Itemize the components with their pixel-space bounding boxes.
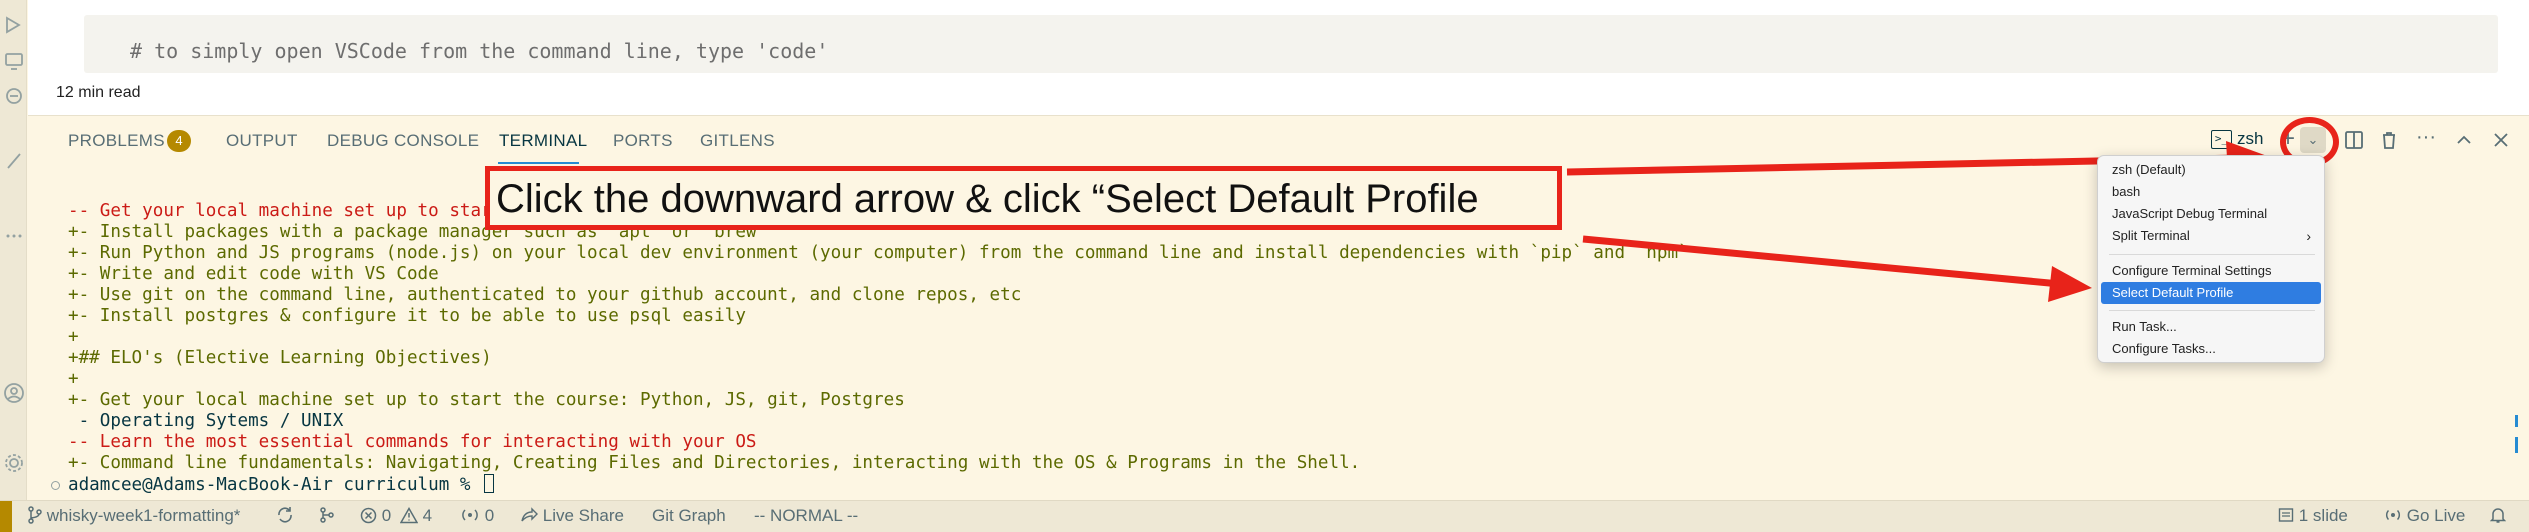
git-graph-branch-icon[interactable] bbox=[318, 506, 336, 526]
warning-icon bbox=[399, 506, 419, 524]
menu-separator bbox=[2109, 254, 2315, 255]
extensions-icon[interactable] bbox=[3, 85, 25, 107]
vim-mode-indicator: -- NORMAL -- bbox=[754, 506, 859, 525]
go-live-button[interactable]: Go Live bbox=[2384, 506, 2465, 526]
menu-item-js-debug-terminal[interactable]: JavaScript Debug Terminal bbox=[2101, 203, 2321, 225]
menu-item-zsh-default[interactable]: zsh (Default) bbox=[2101, 159, 2321, 181]
editor-area: # to simply open VSCode from the command… bbox=[28, 0, 2529, 115]
more-activities-icon[interactable] bbox=[3, 225, 25, 247]
git-graph-button[interactable]: Git Graph bbox=[652, 506, 726, 526]
notifications-bell-icon[interactable] bbox=[2489, 506, 2507, 526]
activity-bar bbox=[0, 0, 27, 500]
tab-debug-console[interactable]: DEBUG CONSOLE bbox=[327, 131, 479, 151]
slides-label: 1 slide bbox=[2298, 506, 2348, 525]
terminal-line: +- Install postgres & configure it to be… bbox=[68, 306, 746, 326]
terminal-line: + bbox=[68, 369, 79, 389]
close-panel-icon[interactable] bbox=[2490, 129, 2512, 153]
menu-item-label: Split Terminal bbox=[2112, 228, 2190, 243]
terminal-line: +- Command line fundamentals: Navigating… bbox=[68, 453, 1361, 473]
remote-indicator[interactable] bbox=[0, 501, 12, 532]
code-comment: # to simply open VSCode from the command… bbox=[130, 39, 829, 63]
slides-status[interactable]: 1 slide bbox=[2278, 506, 2348, 526]
terminal-line: + bbox=[68, 327, 79, 347]
read-time-label: 12 min read bbox=[56, 84, 141, 101]
terminal-profile-button[interactable]: >_ zsh bbox=[2211, 128, 2277, 154]
warning-count: 4 bbox=[422, 506, 433, 525]
pencil-icon[interactable] bbox=[3, 150, 25, 172]
problems-status[interactable]: 0 4 bbox=[360, 506, 432, 526]
more-actions-icon[interactable]: ··· bbox=[2416, 126, 2436, 150]
go-live-label: Go Live bbox=[2406, 506, 2466, 525]
broadcast-icon bbox=[2386, 509, 2400, 521]
menu-item-bash[interactable]: bash bbox=[2101, 181, 2321, 203]
menu-item-configure-tasks[interactable]: Configure Tasks... bbox=[2101, 338, 2321, 360]
tab-ports[interactable]: PORTS bbox=[613, 131, 673, 151]
terminal-line: -- Learn the most essential commands for… bbox=[68, 432, 757, 452]
settings-gear-icon[interactable] bbox=[3, 452, 25, 474]
terminal-prompt[interactable]: adamcee@Adams-MacBook-Air curriculum % bbox=[68, 474, 495, 495]
error-icon bbox=[360, 507, 377, 524]
annotation-callout: Click the downward arrow & click “Select… bbox=[485, 166, 1562, 230]
annotation-text: Click the downward arrow & click “Select… bbox=[496, 177, 1479, 221]
vscode-window: # to simply open VSCode from the command… bbox=[0, 0, 2529, 532]
terminal-profile-label: zsh bbox=[2237, 129, 2264, 148]
terminal-line: +## ELO's (Elective Learning Objectives) bbox=[68, 348, 492, 368]
live-share-label: Live Share bbox=[542, 506, 625, 525]
scrollbar-markers[interactable] bbox=[2515, 415, 2518, 460]
tab-terminal[interactable]: TERMINAL bbox=[499, 131, 587, 151]
terminal-line: +- Run Python and JS programs (node.js) … bbox=[68, 243, 1689, 263]
terminal-line: +- Use git on the command line, authenti… bbox=[68, 285, 1022, 305]
ports-count: 0 bbox=[484, 506, 495, 525]
code-block: # to simply open VSCode from the command… bbox=[84, 15, 2498, 73]
remote-explorer-icon[interactable] bbox=[3, 50, 25, 72]
slides-icon bbox=[2278, 508, 2294, 522]
terminal-line: +- Get your local machine set up to star… bbox=[68, 390, 905, 410]
kill-terminal-trash-icon[interactable] bbox=[2378, 129, 2400, 153]
maximize-panel-icon[interactable] bbox=[2453, 129, 2475, 153]
git-branch-icon bbox=[28, 506, 42, 524]
split-terminal-icon[interactable] bbox=[2343, 129, 2365, 153]
account-icon[interactable] bbox=[3, 382, 25, 404]
tab-problems[interactable]: PROBLEMS bbox=[68, 131, 165, 151]
active-tab-indicator bbox=[498, 162, 579, 164]
sync-icon[interactable] bbox=[276, 506, 294, 526]
tab-gitlens[interactable]: GITLENS bbox=[700, 131, 775, 151]
status-bar: whisky-week1-formatting* 0 4 0 Live Shar… bbox=[0, 500, 2529, 532]
tab-output[interactable]: OUTPUT bbox=[226, 131, 298, 151]
run-debug-icon[interactable] bbox=[3, 14, 25, 36]
command-decoration-icon bbox=[51, 481, 60, 490]
menu-item-select-default-profile[interactable]: Select Default Profile bbox=[2101, 282, 2321, 304]
menu-item-run-task[interactable]: Run Task... bbox=[2101, 316, 2321, 338]
ports-status[interactable]: 0 bbox=[460, 506, 494, 526]
error-count: 0 bbox=[381, 506, 392, 525]
terminal-line: - Operating Sytems / UNIX bbox=[68, 411, 344, 431]
launch-profile-menu: zsh (Default) bash JavaScript Debug Term… bbox=[2097, 155, 2325, 363]
live-share-button[interactable]: Live Share bbox=[520, 506, 624, 526]
menu-item-split-terminal[interactable]: Split Terminal › bbox=[2101, 225, 2321, 247]
menu-item-configure-terminal-settings[interactable]: Configure Terminal Settings bbox=[2101, 260, 2321, 282]
problems-count-badge: 4 bbox=[167, 130, 191, 152]
terminal-icon: >_ bbox=[2211, 130, 2232, 149]
branch-name: whisky-week1-formatting* bbox=[46, 506, 241, 525]
branch-status[interactable]: whisky-week1-formatting* bbox=[28, 506, 240, 526]
broadcast-icon bbox=[462, 509, 478, 521]
prompt-text: adamcee@Adams-MacBook-Air curriculum % bbox=[68, 475, 482, 495]
terminal-cursor bbox=[484, 474, 495, 493]
menu-separator bbox=[2109, 310, 2315, 311]
submenu-chevron-icon: › bbox=[2306, 228, 2311, 244]
terminal-line: +- Write and edit code with VS Code bbox=[68, 264, 439, 284]
live-share-icon bbox=[521, 507, 538, 522]
